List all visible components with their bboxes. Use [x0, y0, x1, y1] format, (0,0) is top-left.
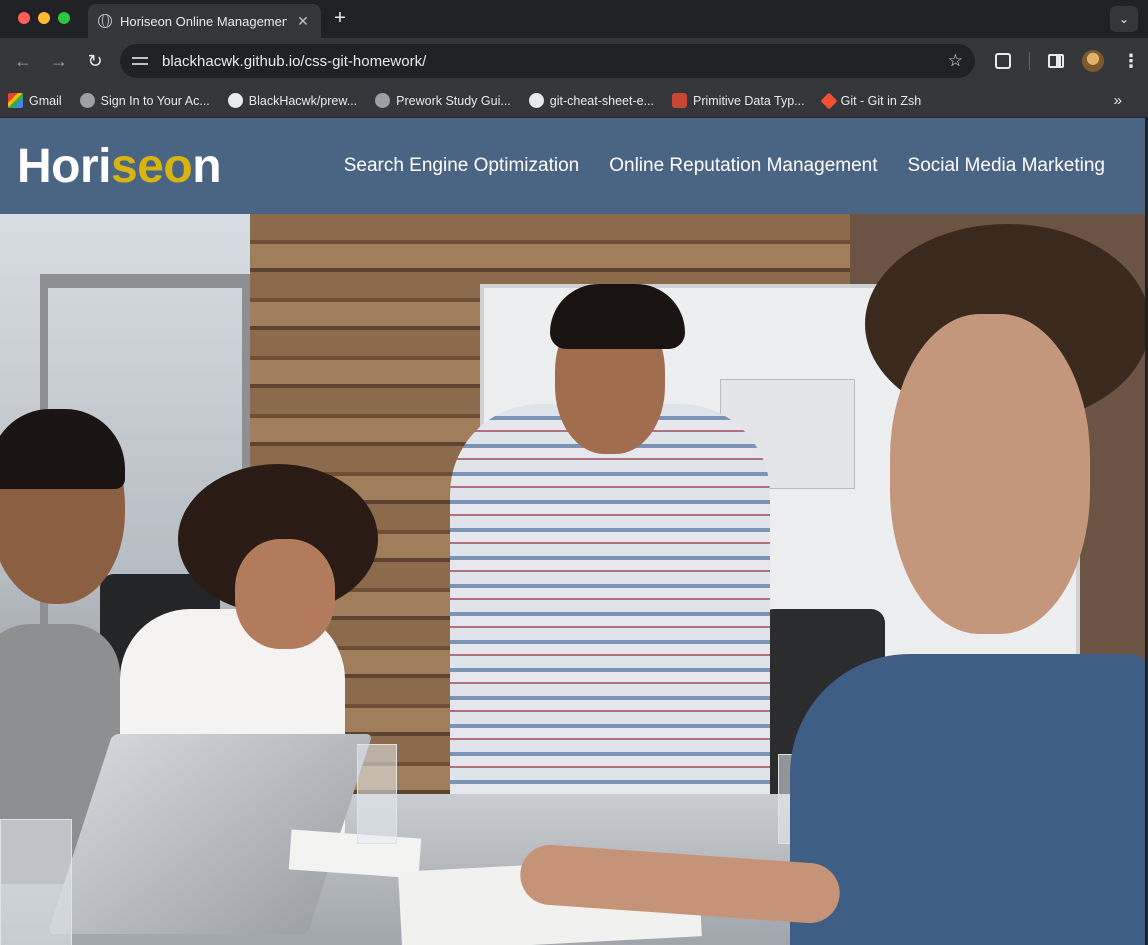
new-tab-button[interactable]: +	[330, 7, 350, 30]
bookmark-label: Primitive Data Typ...	[692, 93, 805, 108]
profile-avatar[interactable]	[1082, 50, 1104, 72]
back-button[interactable]: ←	[8, 46, 38, 76]
bookmark-label: BlackHacwk/prew...	[248, 93, 358, 108]
github-icon	[227, 93, 243, 108]
site-logo: Horiseon	[17, 139, 222, 194]
bookmark-label: git-cheat-sheet-e...	[549, 93, 654, 108]
oracle-icon	[671, 93, 687, 108]
browser-chrome: Horiseon Online Management ✕ + ⌄ ← → ↻ b…	[0, 0, 1148, 118]
browser-toolbar: ← → ↻ blackhacwk.github.io/css-git-homew…	[0, 38, 1148, 84]
bookmarks-bar: Gmail Sign In to Your Ac... BlackHacwk/p…	[0, 84, 1148, 118]
bookmark-github-prework[interactable]: BlackHacwk/prew...	[227, 93, 367, 108]
hero-person-right	[890, 314, 1090, 634]
browser-menu-icon[interactable]: ⋮	[1122, 51, 1140, 72]
bookmark-label: Git - Git in Zsh	[840, 93, 922, 108]
hero-glass	[0, 819, 72, 945]
bookmark-primitive-data-types[interactable]: Primitive Data Typ...	[671, 93, 815, 108]
hero-glass	[357, 744, 397, 844]
toolbar-actions: ⋮	[995, 50, 1140, 72]
bookmark-label: Prework Study Gui...	[396, 93, 511, 108]
site-settings-icon[interactable]	[132, 54, 150, 68]
globe-icon	[98, 14, 112, 28]
hero-person-center	[550, 284, 685, 349]
logo-mid: seo	[111, 139, 193, 193]
reload-button[interactable]: ↻	[80, 46, 110, 76]
address-bar[interactable]: blackhacwk.github.io/css-git-homework/ ☆	[120, 44, 975, 78]
nav-link-social-media[interactable]: Social Media Marketing	[908, 155, 1105, 177]
close-window-icon[interactable]	[18, 12, 30, 24]
github-icon	[528, 93, 544, 108]
nav-link-reputation[interactable]: Online Reputation Management	[609, 155, 877, 177]
hero-person-right	[790, 654, 1145, 945]
bookmark-git-zsh[interactable]: Git - Git in Zsh	[820, 92, 932, 109]
side-panel-icon[interactable]	[1048, 54, 1064, 68]
hero-image	[0, 214, 1145, 945]
window-controls	[18, 12, 70, 24]
forward-button[interactable]: →	[44, 46, 74, 76]
bookmark-gmail[interactable]: Gmail	[8, 93, 72, 108]
logo-end: n	[192, 139, 222, 193]
tab-strip: Horiseon Online Management ✕ + ⌄	[0, 0, 1148, 38]
git-icon	[820, 92, 838, 109]
bookmark-label: Gmail	[29, 93, 62, 108]
globe-icon	[79, 93, 95, 108]
bookmark-label: Sign In to Your Ac...	[100, 93, 210, 108]
site-nav: Search Engine Optimization Online Reputa…	[344, 155, 1105, 177]
bookmark-git-cheat-sheet[interactable]: git-cheat-sheet-e...	[528, 93, 664, 108]
url-text[interactable]: blackhacwk.github.io/css-git-homework/	[162, 53, 936, 70]
tab-search-button[interactable]: ⌄	[1110, 6, 1138, 32]
tab-active[interactable]: Horiseon Online Management ✕	[88, 4, 321, 38]
nav-link-seo[interactable]: Search Engine Optimization	[344, 155, 580, 177]
hero-person-center	[450, 404, 770, 824]
toolbar-divider	[1029, 52, 1030, 70]
logo-start: Hori	[17, 139, 112, 193]
gmail-icon	[8, 93, 23, 108]
minimize-window-icon[interactable]	[38, 12, 50, 24]
extensions-icon[interactable]	[995, 53, 1011, 69]
hero-person-woman	[235, 539, 335, 649]
globe-icon	[375, 93, 391, 108]
bookmark-sign-in[interactable]: Sign In to Your Ac...	[79, 93, 220, 108]
web-page: Horiseon Search Engine Optimization Onli…	[0, 118, 1148, 945]
bookmark-star-icon[interactable]: ☆	[948, 51, 963, 71]
tab-title: Horiseon Online Management	[120, 13, 287, 29]
site-header: Horiseon Search Engine Optimization Onli…	[0, 118, 1145, 214]
tab-close-icon[interactable]: ✕	[295, 13, 311, 30]
bookmark-prework-study[interactable]: Prework Study Gui...	[375, 93, 521, 108]
maximize-window-icon[interactable]	[58, 12, 70, 24]
more-bookmarks-button[interactable]: »	[1114, 92, 1122, 109]
